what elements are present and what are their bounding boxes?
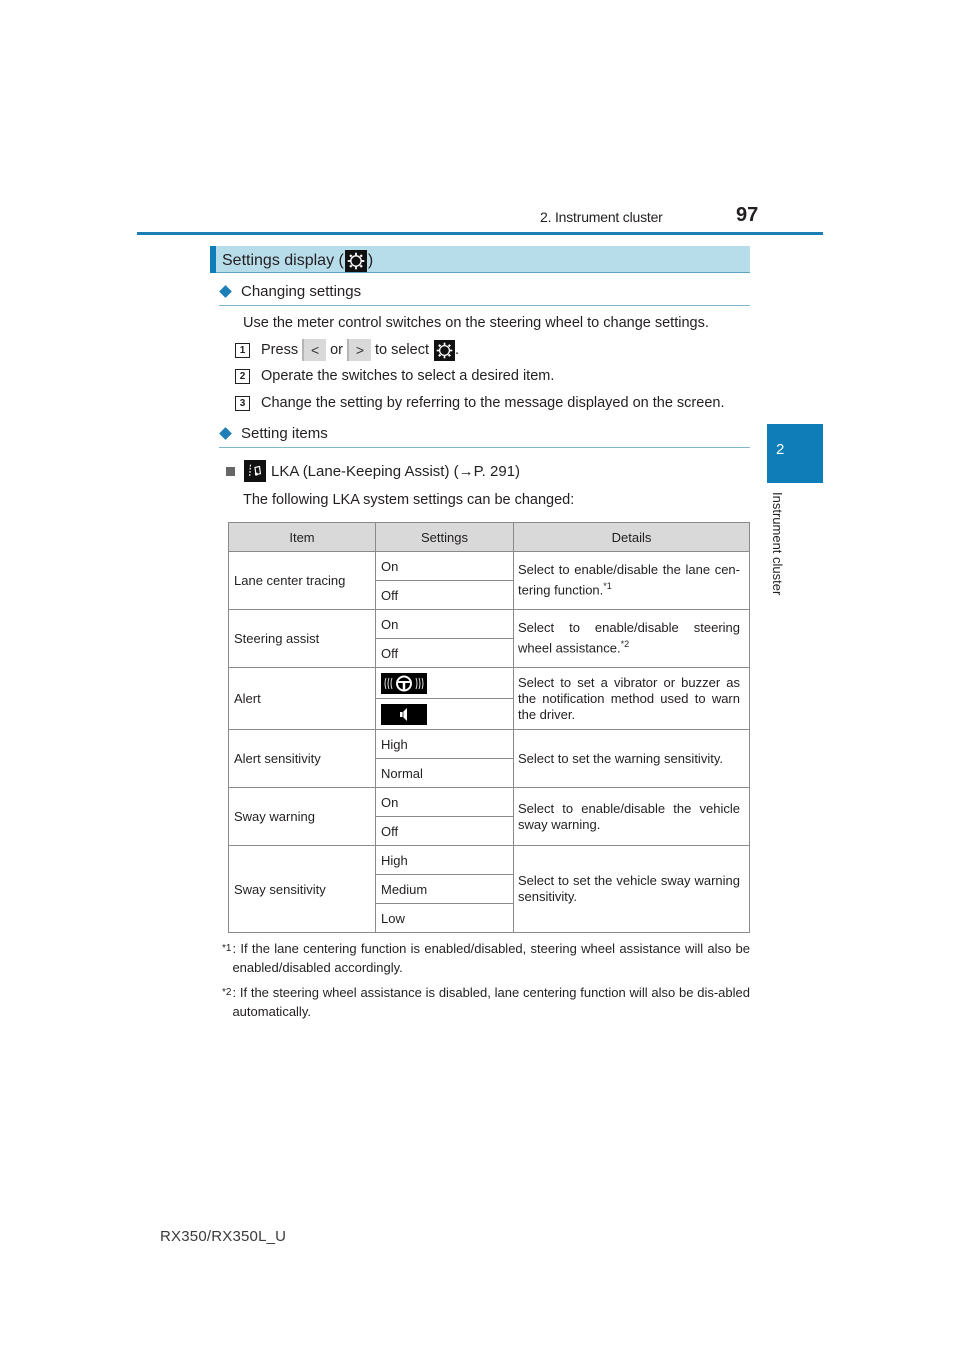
footnote-ref: *2 [620,639,630,650]
step-text: . [454,342,460,358]
lka-intro: The following LKA system settings can be… [243,492,575,508]
table-row: Sway warning On Select to enable/disable… [228,787,750,846]
footnote-1: *1 : If the lane centering function is e… [222,939,750,977]
step-number: 1 [235,342,250,358]
setting-cell: High [375,845,514,875]
header-divider [137,232,823,235]
step-text: Press [261,342,299,358]
setting-cell [375,698,514,730]
chapter-tab-number: 2 [776,441,785,458]
footnote-mark: *2 [222,987,232,998]
left-arrow-button-icon: < [302,339,327,361]
details-cell: Select to set a vibrator or buzzer as th… [513,667,750,730]
setting-cell: Off [375,816,514,846]
table-row: Lane center tracing On Select to enable/… [228,551,750,610]
gear-icon [344,250,367,272]
setting-cell: Normal [375,758,514,788]
details-cell: Select to set the warning sensitivity. [513,729,750,788]
setting-cell: On [375,609,514,639]
table-header-row: Item Settings Details [228,522,750,552]
page-number: 97 [736,204,759,226]
lka-heading: LKA (Lane-Keeping Assist) (→P. 291) [226,460,520,482]
gear-icon [433,339,455,361]
section-title-suffix: ) [367,252,374,269]
details-cell: Select to set the vehicle sway warning s… [513,845,750,933]
changing-settings-intro: Use the meter control switches on the st… [243,315,709,331]
table-row: Steering assist On Select to enable/disa… [228,609,750,668]
details-cell: Select to enable/disable steering wheel … [513,609,750,668]
setting-cell: On [375,787,514,817]
section-header-accent [210,246,216,273]
step-1: 1 Press < or > to select . [235,339,459,361]
column-header-item: Item [228,522,376,552]
step-text: Change the setting by referring to the m… [261,395,725,411]
changing-settings-heading: Changing settings [219,283,361,300]
model-footer: RX350/RX350L_U [160,1228,287,1245]
buzzer-speaker-icon [381,703,427,725]
diamond-bullet-icon [219,427,232,440]
table-row: Sway sensitivity High Select to set the … [228,845,750,933]
column-header-details: Details [513,522,750,552]
setting-cell: Off [375,580,514,610]
setting-cell: High [375,729,514,759]
footnote-mark: *1 [222,943,232,954]
diamond-bullet-icon [219,285,232,298]
changing-settings-heading-text: Changing settings [241,283,362,300]
lane-keeping-assist-icon [244,460,266,482]
footnote-text: : If the steering wheel assistance is di… [232,985,750,1019]
lka-heading-text: LKA (Lane-Keeping Assist) (→P. 291) [271,462,521,480]
chapter-title: 2. Instrument cluster [540,209,663,225]
setting-cell: On [375,551,514,581]
column-header-settings: Settings [375,522,514,552]
subheading-divider [219,305,750,306]
section-title-prefix: Settings display ( [222,252,344,269]
details-text: Select to enable/disable the lane cen-te… [518,562,740,598]
setting-cell: Low [375,903,514,933]
section-title: Settings display ( ) [222,250,373,272]
right-arrow-button-icon: > [346,339,371,361]
setting-cell [375,667,514,699]
lka-settings-table: Item Settings Details Lane center tracin… [228,522,750,933]
subheading-divider [219,447,750,448]
setting-cell: Medium [375,874,514,904]
footnote-2: *2 : If the steering wheel assistance is… [222,983,750,1021]
step-text: to select [374,342,429,358]
item-cell: Alert [228,667,376,730]
footnote-text: : If the lane centering function is enab… [232,941,750,975]
item-cell: Steering assist [228,609,376,668]
item-cell: Sway warning [228,787,376,846]
footnote-ref: *1 [603,581,612,592]
vibrator-steering-wheel-icon [381,672,427,694]
chapter-tab-label: Instrument cluster [770,492,785,596]
details-cell: Select to enable/disable the vehicle swa… [513,787,750,846]
step-2: 2 Operate the switches to select a desir… [235,368,554,384]
step-number: 3 [235,395,250,411]
setting-items-heading-text: Setting items [241,425,328,442]
item-cell: Lane center tracing [228,551,376,610]
item-cell: Alert sensitivity [228,729,376,788]
table-row: Alert Select to set a vibrator or buzzer… [228,667,750,730]
step-3: 3 Change the setting by referring to the… [235,395,724,411]
square-bullet-icon [226,466,235,476]
setting-items-heading: Setting items [219,425,328,442]
item-cell: Sway sensitivity [228,845,376,933]
step-text: or [330,342,343,358]
step-number: 2 [235,368,250,384]
table-row: Alert sensitivity High Select to set the… [228,729,750,788]
details-text: Select to enable/disable steering wheel … [518,620,740,656]
setting-cell: Off [375,638,514,668]
step-text: Operate the switches to select a desired… [261,368,555,384]
details-cell: Select to enable/disable the lane cen-te… [513,551,750,610]
